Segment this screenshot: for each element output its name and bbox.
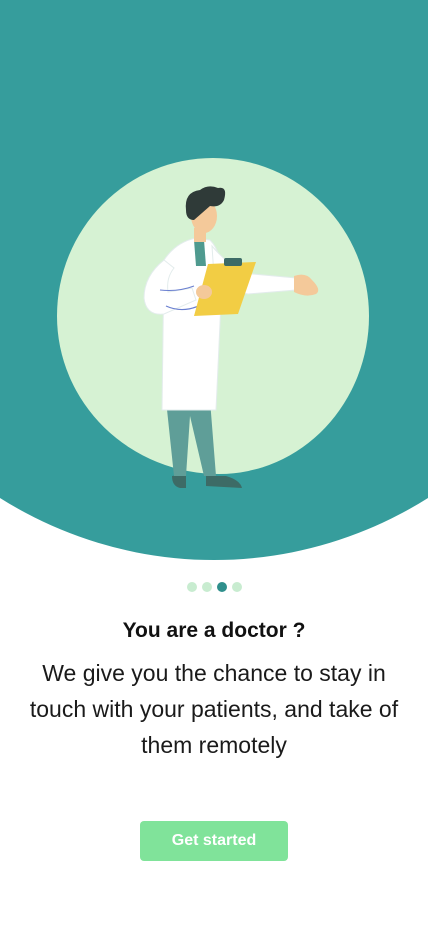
doctor-illustration-icon — [143, 186, 319, 488]
carousel-dot[interactable] — [186, 582, 197, 592]
carousel-dot[interactable] — [231, 582, 242, 592]
hero-section — [0, 0, 428, 570]
onboarding-subtitle: We give you the chance to stay in touch … — [29, 660, 399, 758]
carousel-dot[interactable] — [201, 582, 212, 592]
get-started-button[interactable]: Get started — [140, 821, 288, 861]
onboarding-title: You are a doctor ? — [122, 619, 306, 642]
carousel-pagination — [0, 582, 428, 592]
carousel-dot-active[interactable] — [216, 582, 227, 592]
